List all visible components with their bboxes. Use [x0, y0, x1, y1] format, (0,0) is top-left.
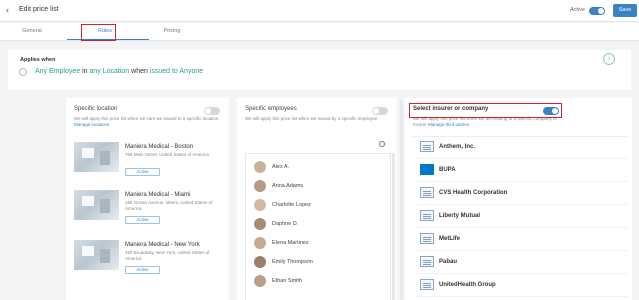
location-photo [74, 240, 119, 270]
employee-name: Charlotte Lopez [272, 202, 311, 208]
list-item[interactable]: Alex A. [254, 160, 374, 176]
avatar [254, 237, 266, 249]
list-item[interactable]: Charlotte Lopez [254, 198, 374, 214]
avatar [254, 180, 266, 192]
list-item[interactable]: CVS Health Corporation [417, 183, 627, 205]
location-photo [74, 142, 119, 172]
manage-locations-link[interactable]: Manage locations [74, 122, 109, 127]
insurer-logo-icon [420, 141, 434, 152]
insurer-panel: Select insurer or company We will apply … [405, 98, 632, 300]
rule-text-when: when [129, 68, 150, 75]
applies-when-rule: Any Employee in any Location when issued… [35, 68, 203, 75]
applies-when-label: Applies when [20, 57, 56, 63]
list-item[interactable]: MetLife [417, 229, 627, 251]
manage-third-parties-link[interactable]: Manage third parties [428, 122, 469, 127]
employee-name: Elena Martinez [272, 240, 309, 246]
applies-radio[interactable] [19, 68, 27, 76]
list-item[interactable]: Ethan Smith [254, 274, 374, 290]
insurer-name: MetLife [439, 236, 460, 242]
location-toggle[interactable] [204, 107, 220, 115]
annotation-highlight-rules-tab [81, 24, 116, 41]
search-icon[interactable] [379, 141, 385, 147]
location-name: Maniera Medical - New York [125, 242, 200, 248]
rule-issued-link[interactable]: issued to Anyone [150, 68, 203, 75]
employees-toggle[interactable] [372, 107, 388, 115]
avatar [254, 218, 266, 230]
location-item: Maniera Medical - Miami 155 Ocean Avenue… [74, 190, 224, 226]
list-item[interactable]: UnitedHealth Group [417, 275, 627, 297]
insurer-logo-icon [420, 256, 434, 267]
location-address: 759 Main Street, United States of Americ… [125, 152, 209, 157]
insurer-logo-icon [420, 210, 434, 221]
insurer-list: Anthem, Inc. BUPA CVS Health Corporation… [413, 136, 628, 300]
location-active-button[interactable]: Active [125, 216, 160, 224]
insurer-name: BUPA [439, 167, 456, 173]
employee-name: Daphne D. [272, 221, 299, 227]
list-item[interactable]: Anna Adams [254, 179, 374, 195]
location-name: Maniera Medical - Miami [125, 192, 191, 198]
avatar [254, 256, 266, 268]
active-label: Active [570, 7, 585, 13]
page-title: Edit price list [19, 6, 59, 13]
rule-location-link[interactable]: any Location [89, 68, 129, 75]
location-active-button[interactable]: Active [125, 266, 160, 274]
list-item[interactable]: Emily Thompson [254, 255, 374, 271]
annotation-highlight-insurer-title [409, 103, 562, 118]
location-address: 450 Broadway, New York, United States of… [125, 250, 210, 261]
insurer-name: Anthem, Inc. [439, 144, 476, 150]
active-toggle[interactable] [589, 7, 605, 15]
employee-name: Emily Thompson [272, 259, 313, 265]
tab-general[interactable]: General [22, 28, 42, 34]
rule-employee-link[interactable]: Any Employee [35, 68, 80, 75]
location-item: Maniera Medical - Boston 759 Main Street… [74, 142, 224, 178]
bupa-logo-icon [420, 164, 434, 175]
save-button[interactable]: Save [613, 4, 637, 17]
employees-panel-desc: We will apply this price list when we is… [245, 116, 378, 121]
location-address: 155 Ocean Avenue, Miami, United States o… [125, 200, 213, 211]
location-desc-text: We will apply this price list when we ca… [74, 116, 219, 121]
chevron-left-icon[interactable]: ‹ [6, 5, 9, 15]
employees-panel: Specific employees We will apply this pr… [237, 98, 397, 300]
applies-when-section: Applies when Any Employee in any Locatio… [8, 50, 631, 90]
page-scrollbar[interactable] [400, 100, 403, 300]
location-active-button[interactable]: Active [125, 168, 160, 176]
employee-name: Ethan Smith [272, 278, 302, 284]
insurer-logo-icon [420, 187, 434, 198]
list-item[interactable]: Daphne D. [254, 217, 374, 233]
employee-list-scrollbar[interactable] [392, 153, 395, 300]
insurer-name: Liberty Mutual [439, 213, 481, 219]
insurer-name: CVS Health Corporation [439, 190, 508, 196]
location-panel-title: Specific location [74, 106, 118, 112]
list-item[interactable]: Anthem, Inc. [417, 137, 627, 159]
list-item[interactable]: Liberty Mutual [417, 206, 627, 228]
list-item[interactable]: Pabau [417, 252, 627, 274]
top-bar: ‹ Edit price list Active Save [0, 0, 639, 22]
employee-list: Alex A. Anna Adams Charlotte Lopez Daphn… [245, 153, 391, 300]
insurer-name: UnitedHealth Group [439, 282, 496, 288]
insurer-logo-icon [420, 279, 434, 290]
tab-pricing[interactable]: Pricing [160, 28, 184, 34]
avatar [254, 199, 266, 211]
insurer-name: Pabau [439, 259, 458, 265]
list-item[interactable]: Elena Martinez [254, 236, 374, 252]
location-panel: Specific location We will apply this pri… [66, 98, 229, 300]
employee-name: Alex A. [272, 164, 290, 170]
employee-name: Anna Adams [272, 183, 304, 189]
location-item: Maniera Medical - New York 450 Broadway,… [74, 240, 224, 276]
location-panel-desc: We will apply this price list when we ca… [74, 116, 224, 128]
location-photo [74, 190, 119, 220]
employees-panel-title: Specific employees [245, 106, 297, 112]
avatar [254, 275, 266, 287]
info-circle-icon[interactable]: i [603, 53, 615, 65]
insurer-logo-icon [420, 233, 434, 244]
location-name: Maniera Medical - Boston [125, 144, 194, 150]
avatar [254, 161, 266, 173]
list-item[interactable]: BUPA [417, 160, 627, 182]
